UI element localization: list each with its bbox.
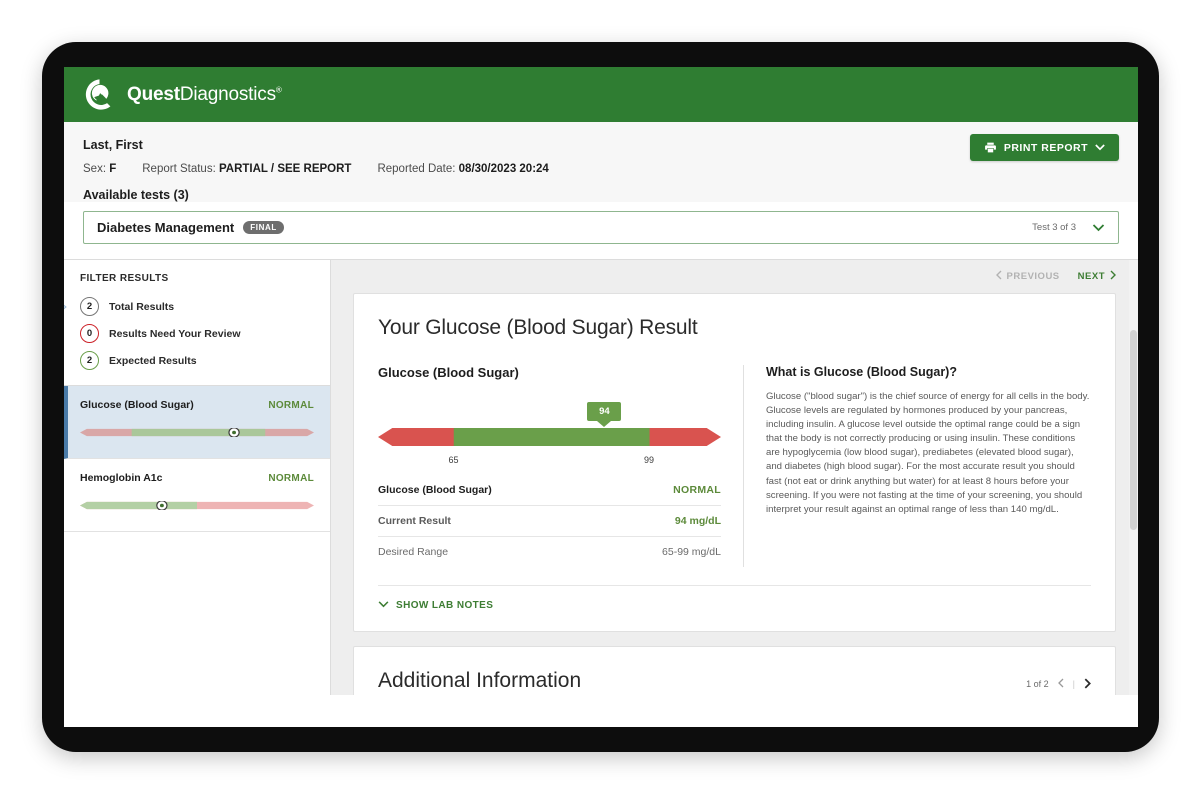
print-report-button[interactable]: PRINT REPORT xyxy=(970,134,1119,161)
glucose-result-card: Your Glucose (Blood Sugar) Result Glucos… xyxy=(353,293,1116,632)
info-body: Glucose ("blood sugar") is the chief sou… xyxy=(766,390,1091,517)
chevron-left-icon[interactable] xyxy=(1058,678,1064,690)
selected-test-name: Diabetes Management xyxy=(97,220,234,235)
brand-name-light: Diagnostics xyxy=(180,84,276,105)
additional-info-header: Additional Information 1 of 2 | xyxy=(378,669,1091,693)
tablet-screen: QuestDiagnostics® Last, First Sex: F Rep… xyxy=(64,67,1138,727)
gauge-bar xyxy=(378,427,721,447)
sex-label: Sex: xyxy=(83,163,106,175)
gauge-tick-high: 99 xyxy=(644,455,654,465)
result-row-current: Current Result 94 mg/dL xyxy=(378,506,721,537)
report-status-label: Report Status: xyxy=(142,163,216,175)
gauge-value-flag: 94 xyxy=(587,402,621,421)
sidebar-filter-needs-review[interactable]: 0 Results Need Your Review xyxy=(64,320,330,347)
trademark-symbol: ® xyxy=(276,85,282,94)
filter-count-bubble: 2 xyxy=(80,351,99,370)
pipe-divider-icon: | xyxy=(1073,679,1075,689)
sidebar-filter-expected-results[interactable]: 2 Expected Results xyxy=(64,347,330,374)
previous-result-button[interactable]: PREVIOUS xyxy=(996,270,1060,283)
sidebar-result-hemoglobin-a1c[interactable]: Hemoglobin A1c NORMAL xyxy=(64,459,330,532)
patient-info-band: Last, First Sex: F Report Status: PARTIA… xyxy=(64,122,1138,202)
row-key: Current Result xyxy=(378,515,451,527)
row-value: 65-99 mg/dL xyxy=(662,546,721,558)
analyte-title: Glucose (Blood Sugar) xyxy=(378,365,721,380)
test-counter: Test 3 of 3 xyxy=(1032,222,1076,233)
content-scrollbar-thumb[interactable] xyxy=(1130,330,1137,530)
content-scrollbar-track[interactable] xyxy=(1129,260,1138,695)
result-name: Glucose (Blood Sugar) xyxy=(80,399,194,411)
card-divider xyxy=(378,585,1091,586)
result-header: Hemoglobin A1c NORMAL xyxy=(80,472,314,484)
brand-name-bold: Quest xyxy=(127,84,180,105)
sidebar-result-glucose[interactable]: Glucose (Blood Sugar) NORMAL xyxy=(64,386,330,459)
patient-name: Last, First xyxy=(83,138,1119,152)
content-area: PREVIOUS NEXT Your Glucose (Blood Sugar)… xyxy=(331,259,1138,695)
result-range-minibar xyxy=(80,501,314,510)
row-key: Glucose (Blood Sugar) xyxy=(378,484,492,496)
filter-count-bubble: 2 xyxy=(80,297,99,316)
chevron-down-icon[interactable] xyxy=(1092,219,1105,237)
reported-date-label: Reported Date: xyxy=(377,163,455,175)
filter-count-bubble: 0 xyxy=(80,324,99,343)
page-title: Your Glucose (Blood Sugar) Result xyxy=(378,316,1091,340)
result-status-badge: NORMAL xyxy=(268,400,314,411)
gauge-tick-low: 65 xyxy=(448,455,458,465)
result-header: Glucose (Blood Sugar) NORMAL xyxy=(80,399,314,411)
printer-icon xyxy=(984,141,997,154)
sex-value: F xyxy=(109,163,116,175)
reported-date-value: 08/30/2023 20:24 xyxy=(459,163,549,175)
show-lab-notes-toggle[interactable]: SHOW LAB NOTES xyxy=(378,600,1091,611)
chevron-down-icon xyxy=(378,600,389,611)
sex-field: Sex: F xyxy=(83,163,116,175)
tablet-device-frame: QuestDiagnostics® Last, First Sex: F Rep… xyxy=(42,42,1159,752)
result-row-status: Glucose (Blood Sugar) NORMAL xyxy=(378,475,721,506)
report-status-value: PARTIAL / SEE REPORT xyxy=(219,163,351,175)
report-status-field: Report Status: PARTIAL / SEE REPORT xyxy=(142,163,351,175)
sidebar-filter-label: Expected Results xyxy=(109,355,197,367)
next-label: NEXT xyxy=(1078,271,1105,282)
chevron-right-icon[interactable] xyxy=(1084,678,1091,691)
quest-circle-logo-icon xyxy=(83,78,116,111)
additional-information-card: Additional Information 1 of 2 | Diabetes… xyxy=(353,646,1116,695)
sidebar-filter-label: Total Results xyxy=(109,301,174,313)
previous-label: PREVIOUS xyxy=(1007,271,1060,282)
result-range-minibar xyxy=(80,428,314,437)
sidebar-filter-label: Results Need Your Review xyxy=(109,328,241,340)
additional-info-title: Additional Information xyxy=(378,669,581,693)
result-name: Hemoglobin A1c xyxy=(80,472,162,484)
sidebar: FILTER RESULTS 2 Total Results 0 Results… xyxy=(64,259,331,695)
main-body: FILTER RESULTS 2 Total Results 0 Results… xyxy=(64,259,1138,695)
chevron-down-icon xyxy=(1095,144,1105,151)
selected-pointer-icon xyxy=(64,297,69,317)
glucose-range-gauge: 94 65 99 xyxy=(378,402,721,469)
row-key: Desired Range xyxy=(378,546,448,558)
test-selector[interactable]: Diabetes Management FINAL Test 3 of 3 xyxy=(83,211,1119,244)
additional-info-pager: 1 of 2 | xyxy=(1026,678,1091,691)
result-status-badge: NORMAL xyxy=(268,473,314,484)
print-report-label: PRINT REPORT xyxy=(1004,142,1088,154)
chevron-left-icon xyxy=(996,270,1002,283)
brand-header: QuestDiagnostics® xyxy=(64,67,1138,122)
brand-wordmark: QuestDiagnostics® xyxy=(127,84,282,106)
chevron-right-icon xyxy=(1110,270,1116,283)
card-columns: Glucose (Blood Sugar) 94 65 99 xyxy=(378,365,1091,567)
sidebar-filter-total-results[interactable]: 2 Total Results xyxy=(64,293,330,320)
reported-date-field: Reported Date: 08/30/2023 20:24 xyxy=(377,163,548,175)
row-value: 94 mg/dL xyxy=(675,515,721,527)
result-pager: PREVIOUS NEXT xyxy=(331,260,1138,293)
result-row-desired-range: Desired Range 65-99 mg/dL xyxy=(378,537,721,567)
filter-results-title: FILTER RESULTS xyxy=(64,260,330,293)
additional-info-page-count: 1 of 2 xyxy=(1026,679,1049,689)
status-badge: FINAL xyxy=(243,221,284,235)
info-column: What is Glucose (Blood Sugar)? Glucose (… xyxy=(743,365,1091,567)
show-lab-notes-label: SHOW LAB NOTES xyxy=(396,600,493,611)
result-detail-column: Glucose (Blood Sugar) 94 65 99 xyxy=(378,365,743,567)
available-tests-heading: Available tests (3) xyxy=(83,188,1119,202)
row-value: NORMAL xyxy=(673,484,721,496)
info-title: What is Glucose (Blood Sugar)? xyxy=(766,365,1091,379)
gauge-tick-labels: 65 99 xyxy=(378,455,721,469)
patient-meta-row: Sex: F Report Status: PARTIAL / SEE REPO… xyxy=(83,163,1119,175)
next-result-button[interactable]: NEXT xyxy=(1078,270,1116,283)
